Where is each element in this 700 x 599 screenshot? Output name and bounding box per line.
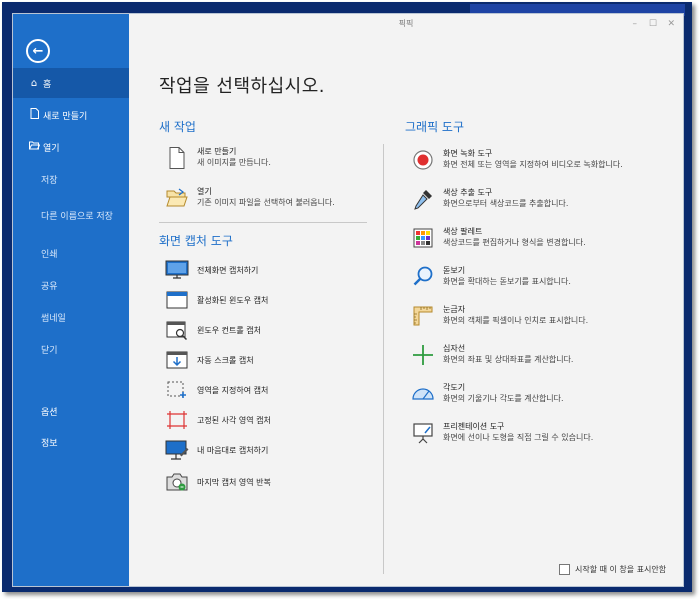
section-title-graphic-tools: 그래픽 도구 <box>405 120 465 134</box>
item-title: 마지막 캡처 영역 반복 <box>197 477 271 487</box>
protractor-icon <box>412 388 434 400</box>
close-icon[interactable]: ✕ <box>667 14 675 34</box>
capture-auto-scroll-item[interactable]: 자동 스크롤 캡처 <box>165 350 254 370</box>
app-window: ← ⌂ 홈 새로 만들기 열기 저장 다른 이름으로 저장 인쇄 공유 썸네일 … <box>12 13 684 587</box>
monitor-icon <box>165 260 189 279</box>
section-divider <box>159 222 367 223</box>
startup-checkbox[interactable]: 시작할 때 이 창을 표시안함 <box>559 564 666 575</box>
sidebar-item-home[interactable]: ⌂ 홈 <box>13 68 129 98</box>
fixed-region-icon <box>167 411 187 429</box>
item-title: 각도기 <box>443 383 466 392</box>
item-title: 열기 <box>197 187 212 196</box>
item-title: 내 마음대로 캡처하기 <box>197 445 269 455</box>
capture-region-item[interactable]: 영역을 지정하여 캡처 <box>165 380 268 400</box>
main-panel: 픽픽 – ☐ ✕ 작업을 선택하십시오. 새 작업 새로 만들기 새 이미지를 … <box>129 14 683 586</box>
item-desc: 화면을 확대하는 돋보기를 표시합니다. <box>443 277 571 286</box>
scroll-down-icon <box>166 351 188 369</box>
item-title: 색상 추출 도구 <box>443 188 493 197</box>
column-divider <box>383 144 384 574</box>
item-title: 새로 만들기 <box>197 147 237 156</box>
item-desc: 기존 이미지 파일을 선택하여 불러옵니다. <box>197 198 335 207</box>
section-title-capture: 화면 캡처 도구 <box>159 234 233 248</box>
capture-fixed-region-item[interactable]: 고정된 사각 영역 캡처 <box>165 410 271 430</box>
sidebar-item-label: 새로 만들기 <box>43 111 88 122</box>
open-folder-icon <box>27 141 41 153</box>
crosshair-icon <box>413 345 433 365</box>
item-title: 눈금자 <box>443 305 466 314</box>
presentation-board-icon <box>413 423 433 444</box>
sidebar-item-print[interactable]: 인쇄 <box>13 238 129 268</box>
item-title: 활성화된 윈도우 캡처 <box>197 295 269 305</box>
sidebar-item-info[interactable]: 정보 <box>13 427 129 457</box>
protractor-item[interactable]: 각도기 화면의 기울기나 각도를 계산합니다. <box>411 382 564 406</box>
sidebar-item-share[interactable]: 공유 <box>13 270 129 300</box>
camera-repeat-icon <box>166 473 188 491</box>
new-image-item[interactable]: 새로 만들기 새 이미지를 만듭니다. <box>165 146 271 170</box>
ruler-icon <box>413 306 433 326</box>
item-title: 십자선 <box>443 344 466 353</box>
minimize-icon[interactable]: – <box>633 14 638 34</box>
window-title: 픽픽 <box>398 19 414 28</box>
capture-repeat-last-item[interactable]: 마지막 캡처 영역 반복 <box>165 472 271 492</box>
new-file-icon <box>27 108 41 122</box>
item-title: 자동 스크롤 캡처 <box>197 355 254 365</box>
window-icon <box>166 291 188 309</box>
item-desc: 색상코드를 편집하거나 형식을 변경합니다. <box>443 238 586 247</box>
magnifier-item[interactable]: 돋보기 화면을 확대하는 돋보기를 표시합니다. <box>411 265 571 289</box>
sidebar: ← ⌂ 홈 새로 만들기 열기 저장 다른 이름으로 저장 인쇄 공유 썸네일 … <box>13 14 129 586</box>
crosshair-item[interactable]: 십자선 화면의 좌표 및 상대좌표를 계산합니다. <box>411 343 573 367</box>
sidebar-item-open[interactable]: 열기 <box>13 132 129 162</box>
item-desc: 새 이미지를 만듭니다. <box>197 158 271 167</box>
capture-active-window-item[interactable]: 활성화된 윈도우 캡처 <box>165 290 268 310</box>
color-picker-item[interactable]: 색상 추출 도구 화면으로부터 색상코드를 추출합니다. <box>411 187 568 211</box>
region-select-icon <box>167 381 186 398</box>
ruler-item[interactable]: 눈금자 화면의 객체를 픽셀이나 인치로 표시합니다. <box>411 304 588 328</box>
item-desc: 화면 전체 또는 영역을 지정하여 비디오로 녹화합니다. <box>443 160 623 169</box>
open-folder-icon <box>166 188 188 207</box>
capture-freehand-item[interactable]: 내 마음대로 캡처하기 <box>165 440 268 460</box>
item-title: 고정된 사각 영역 캡처 <box>197 415 271 425</box>
freehand-capture-icon <box>165 440 189 460</box>
color-palette-item[interactable]: 색상 팔레트 색상코드를 편집하거나 형식을 변경합니다. <box>411 226 586 250</box>
section-title-new-task: 새 작업 <box>159 120 196 134</box>
eyedropper-icon <box>414 190 432 210</box>
back-arrow-icon[interactable]: ← <box>26 39 50 63</box>
sidebar-item-options[interactable]: 옵션 <box>13 396 129 426</box>
item-title: 화면 녹화 도구 <box>443 149 493 158</box>
presentation-item[interactable]: 프리젠테이션 도구 화면에 선이나 도형을 직접 그릴 수 있습니다. <box>411 421 593 445</box>
item-desc: 화면에 선이나 도형을 직접 그릴 수 있습니다. <box>443 433 594 442</box>
item-title: 프리젠테이션 도구 <box>443 422 505 431</box>
sidebar-item-save-as[interactable]: 다른 이름으로 저장 <box>13 200 129 230</box>
maximize-icon[interactable]: ☐ <box>649 14 657 34</box>
item-desc: 화면의 기울기나 각도를 계산합니다. <box>443 394 564 403</box>
page-title: 작업을 선택하십시오. <box>159 76 325 97</box>
screen-record-item[interactable]: 화면 녹화 도구 화면 전체 또는 영역을 지정하여 비디오로 녹화합니다. <box>411 148 623 172</box>
new-file-icon <box>169 147 185 169</box>
record-icon <box>413 150 433 170</box>
palette-grid-icon <box>413 228 433 248</box>
sidebar-item-close[interactable]: 닫기 <box>13 334 129 364</box>
sidebar-item-label: 홈 <box>43 79 52 90</box>
open-image-item[interactable]: 열기 기존 이미지 파일을 선택하여 불러옵니다. <box>165 186 335 210</box>
sidebar-item-thumbnail[interactable]: 썸네일 <box>13 302 129 332</box>
window-control-icon <box>166 321 188 340</box>
checkbox-box[interactable] <box>559 564 570 575</box>
item-desc: 화면의 좌표 및 상대좌표를 계산합니다. <box>443 355 574 364</box>
item-title: 돋보기 <box>443 266 466 275</box>
sidebar-item-new[interactable]: 새로 만들기 <box>13 100 129 130</box>
home-icon: ⌂ <box>30 77 38 89</box>
item-title: 영역을 지정하여 캡처 <box>197 385 269 395</box>
item-title: 윈도우 컨트롤 캡처 <box>197 325 261 335</box>
item-desc: 화면으로부터 색상코드를 추출합니다. <box>443 199 569 208</box>
startup-checkbox-label: 시작할 때 이 창을 표시안함 <box>575 565 667 574</box>
magnifier-icon <box>413 266 433 286</box>
capture-window-control-item[interactable]: 윈도우 컨트롤 캡처 <box>165 320 261 340</box>
item-desc: 화면의 객체를 픽셀이나 인치로 표시합니다. <box>443 316 589 325</box>
sidebar-item-save[interactable]: 저장 <box>13 164 129 194</box>
item-title: 색상 팔레트 <box>443 227 483 236</box>
item-title: 전체화면 캡처하기 <box>197 265 259 275</box>
capture-fullscreen-item[interactable]: 전체화면 캡처하기 <box>165 260 258 280</box>
sidebar-item-label: 열기 <box>43 143 60 154</box>
